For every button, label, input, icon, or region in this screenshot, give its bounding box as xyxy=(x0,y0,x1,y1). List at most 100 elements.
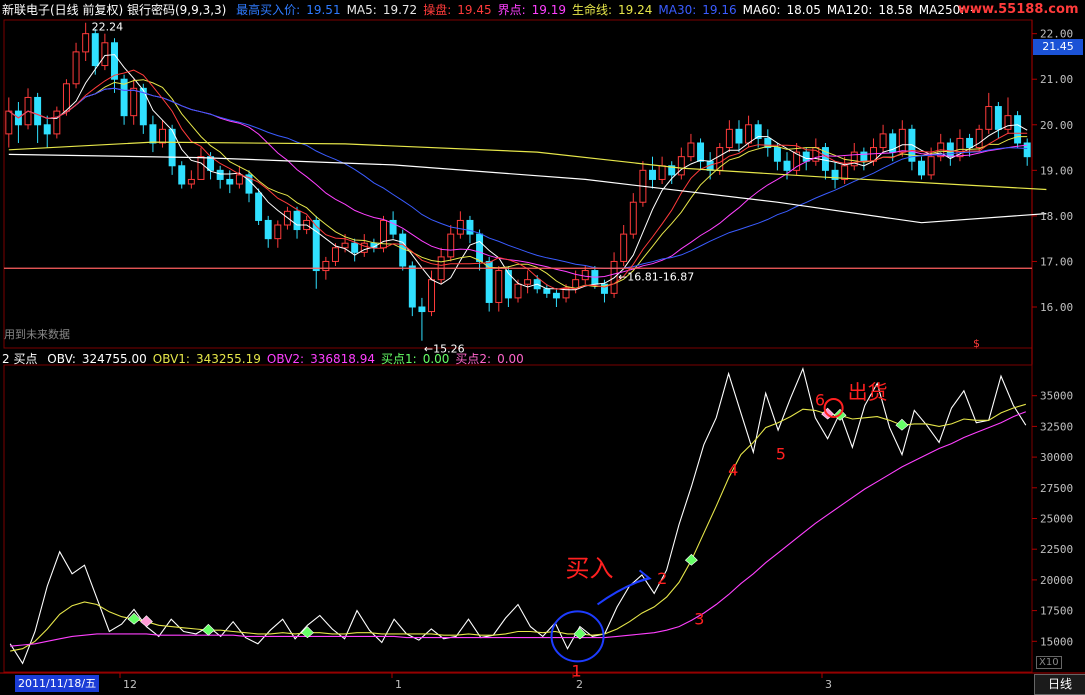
price-panel-frame xyxy=(3,19,1033,672)
obv-tick-label: 27500 xyxy=(1040,482,1073,495)
obv-tick-label: 15000 xyxy=(1040,635,1073,648)
candle-body xyxy=(91,33,99,67)
obv-values: OBV: 324755.00 OBV1: 343255.19 OBV2: 336818.9… xyxy=(47,352,530,366)
candle-body xyxy=(524,279,532,285)
note-number: 3 xyxy=(694,610,704,629)
candle-body xyxy=(1014,115,1022,144)
buy-signal-marker xyxy=(139,615,153,628)
indicator-value-5: 19.16 xyxy=(702,3,737,17)
indicator-5: MA30: xyxy=(658,3,697,17)
obv-series-OBV1 xyxy=(10,403,1026,652)
indicator-4: 买点2: xyxy=(455,352,492,366)
candle-body xyxy=(514,283,522,299)
obv-tick-label: 22500 xyxy=(1040,543,1073,556)
candle-body xyxy=(34,96,42,126)
indicator-value-3: 0.00 xyxy=(422,352,450,366)
candle-body xyxy=(860,151,868,162)
candle-body xyxy=(994,106,1002,130)
obv-tick-label: 20000 xyxy=(1040,574,1073,587)
obv-series-OBV xyxy=(9,366,1027,665)
price-axis: 16.0017.0018.0019.0020.0021.0022.0022.24… xyxy=(4,21,1073,356)
future-data-note: 用到未来数据 xyxy=(4,328,70,341)
candle-body xyxy=(649,169,656,180)
obv-tick-label: 35000 xyxy=(1040,390,1073,403)
candle-body xyxy=(687,142,695,158)
period-tab[interactable]: 日线 xyxy=(1034,674,1085,695)
candle-body xyxy=(697,142,705,162)
indicator-6: MA60: xyxy=(742,3,781,17)
candle-body xyxy=(629,201,637,235)
candle-body xyxy=(841,165,849,180)
indicator-value-0: 324755.00 xyxy=(81,352,147,366)
candle-body xyxy=(456,219,464,235)
obv-tick-label: 30000 xyxy=(1040,451,1073,464)
candle-body xyxy=(552,292,560,299)
watermark: www.55188.com xyxy=(958,2,1079,17)
candle-body xyxy=(399,233,407,267)
indicator-0: OBV: xyxy=(47,352,76,366)
indicator-value-4: 19.24 xyxy=(618,3,653,17)
candle-body xyxy=(428,279,436,313)
candle-body xyxy=(543,288,551,294)
candle-body xyxy=(322,260,330,272)
indicator-4: 生命线: xyxy=(572,3,613,17)
candle-body xyxy=(82,33,90,53)
candle-body xyxy=(187,178,195,185)
candle-body xyxy=(879,133,887,149)
candle-body xyxy=(341,242,349,249)
candle-body xyxy=(274,224,282,240)
candle-body xyxy=(581,270,589,281)
candle-body xyxy=(802,151,810,162)
ma-line-MA10 xyxy=(8,79,1028,289)
candle-body xyxy=(620,233,628,262)
candle-body xyxy=(476,233,484,262)
obv-tick-label: 17500 xyxy=(1040,605,1073,618)
candle-body xyxy=(418,306,426,313)
buy-signal-marker xyxy=(201,623,215,636)
candle-body xyxy=(466,219,474,235)
indicator-3: 界点: xyxy=(497,3,526,17)
handwritten-annotations: 买入 出货 1 2 3 4 5 6 xyxy=(550,380,888,680)
candle-body xyxy=(898,128,906,153)
current-price-tag: 21.45 xyxy=(1033,39,1083,55)
candle-body xyxy=(235,174,243,185)
candle-body xyxy=(495,270,503,303)
candle-body xyxy=(946,142,954,158)
price-tick-label: 17.00 xyxy=(1040,255,1073,268)
indicator-value-4: 0.00 xyxy=(497,352,524,366)
price-panel-header: 新联电子(日线 前复权) 银行密码(9,9,3,3) 最高买入价: 19.51 MA… xyxy=(2,2,987,18)
buy-signal-marker xyxy=(895,418,909,431)
candle-body xyxy=(504,270,512,299)
obv-title: 2 买点 xyxy=(2,352,38,366)
candlesticks xyxy=(5,22,1031,341)
note-number: 2 xyxy=(657,569,667,588)
candle-body xyxy=(783,160,791,171)
candle-body xyxy=(62,83,70,112)
indicator-value-3: 19.19 xyxy=(531,3,566,17)
indicator-1: OBV1: xyxy=(152,352,190,366)
price-tick-label: 18.00 xyxy=(1040,210,1073,223)
indicator-values: 最高买入价: 19.51 MA5: 19.72 操盘: 19.45 界点: 19.19 生命线:… xyxy=(236,3,980,17)
obv-lines xyxy=(9,366,1027,665)
scale-x10[interactable]: X10 xyxy=(1036,656,1062,669)
candle-body xyxy=(255,192,263,221)
note-sell: 出货 xyxy=(848,380,888,404)
date-cursor-box: 2011/11/18/五 xyxy=(15,675,100,692)
high-label: 22.24 xyxy=(92,21,124,34)
moving-average-lines xyxy=(8,54,1047,291)
price-tick-label: 21.00 xyxy=(1040,73,1073,86)
candle-body xyxy=(918,160,925,176)
candle-body xyxy=(447,233,455,258)
candle-body xyxy=(264,219,272,240)
indicator-value-1: 343255.19 xyxy=(195,352,261,366)
indicator-value-0: 19.51 xyxy=(306,3,341,17)
candle-body xyxy=(293,210,301,231)
indicator-1: MA5: xyxy=(346,3,377,17)
price-tick-label: 19.00 xyxy=(1040,164,1073,177)
obv-tick-label: 25000 xyxy=(1040,513,1073,526)
candle-body xyxy=(149,124,157,144)
candle-body xyxy=(72,51,80,85)
indicator-value-1: 19.72 xyxy=(382,3,418,17)
indicator-2: OBV2: xyxy=(266,352,305,366)
candle-body xyxy=(725,128,733,149)
